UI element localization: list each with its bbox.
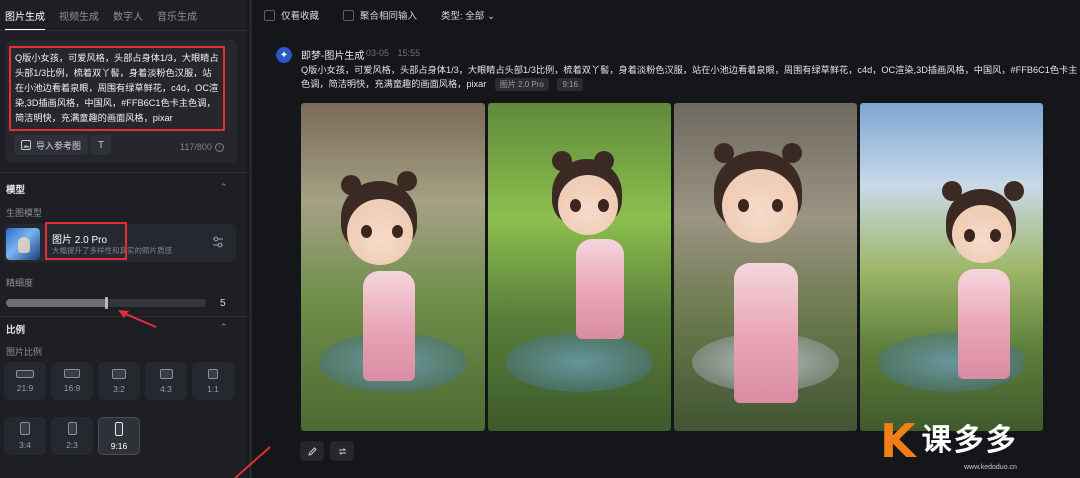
ratio-option[interactable]: 2:3 [51, 417, 93, 455]
ratio-option[interactable]: 9:16 [98, 417, 140, 455]
model-sub-label: 生图模型 [6, 208, 43, 218]
detail-label: 精细度 [6, 278, 34, 288]
ratio-option[interactable]: 1:1 [192, 362, 234, 400]
generated-image-1[interactable] [301, 103, 485, 431]
favorites-label[interactable]: 仅看收藏 [281, 8, 319, 22]
text-format-button[interactable]: T [91, 135, 111, 155]
dreamina-avatar: ✦ [276, 47, 292, 63]
ratio-sub-label: 图片比例 [6, 347, 43, 357]
watermark-k-icon: K [880, 414, 916, 468]
generation-time: 15:55 [397, 48, 421, 58]
aspect-ratio-icon [16, 369, 34, 378]
text-format-icon: T [97, 139, 105, 151]
mode-tabs: 图片生成 视频生成 数字人 音乐生成 [5, 0, 197, 31]
tab-digital-human[interactable]: 数字人 [113, 8, 143, 23]
model-thumbnail [6, 228, 40, 260]
ratio-tag: 9:16 [557, 78, 584, 91]
ratio-option[interactable]: 16:9 [51, 362, 93, 400]
ratio-option[interactable]: 3:2 [98, 362, 140, 400]
chevron-up-icon[interactable]: ⌃ [220, 182, 228, 193]
aspect-ratio-icon [208, 368, 218, 379]
pencil-icon [307, 446, 317, 456]
ratio-label: 4:3 [160, 383, 172, 394]
import-reference-label: 导入参考图 [36, 140, 82, 151]
ratio-label: 2:3 [66, 440, 78, 450]
char-count: 117/800 i [180, 142, 224, 152]
slider-thumb[interactable] [105, 297, 108, 309]
generation-title: 即梦-图片生成 [301, 51, 365, 62]
prompt-input[interactable]: Q版小女孩，可爱风格，头部占身体1/3，大眼睛占头部1/3比例，梳着双丫髻，身着… [9, 46, 225, 131]
chevron-up-icon[interactable]: ⌃ [220, 322, 228, 333]
import-reference-button[interactable]: 导入参考图 [14, 135, 89, 155]
aggregate-label[interactable]: 聚合相同输入 [360, 8, 417, 22]
aspect-ratio-icon [112, 368, 126, 379]
type-filter-dropdown[interactable]: 类型: 全部 ⌄ [441, 8, 495, 22]
generation-prompt-text: Q版小女孩，可爱风格，头部占身体1/3，大眼睛占头部1/3比例，梳着双丫髻，身着… [301, 65, 1078, 89]
model-tag: 图片 2.0 Pro [494, 78, 549, 91]
ratio-option[interactable]: 21:9 [4, 362, 46, 400]
model-section-title: 模型 [6, 185, 26, 196]
generated-image-4[interactable] [860, 103, 1043, 431]
sliders-icon[interactable] [211, 235, 225, 249]
watermark-url: www.kedoduo.cn [964, 464, 1017, 471]
ratio-option[interactable]: 4:3 [145, 362, 187, 400]
ratio-label: 9:16 [110, 440, 128, 451]
tab-video-generation[interactable]: 视频生成 [59, 8, 99, 23]
ratio-label: 16:9 [63, 383, 81, 393]
watermark-brand: 课多多 [921, 424, 1018, 457]
regenerate-button[interactable] [330, 441, 354, 461]
aggregate-checkbox[interactable] [343, 9, 355, 21]
tab-image-generation[interactable]: 图片生成 [5, 8, 45, 31]
model-highlight-box [45, 222, 127, 260]
slider-fill [6, 299, 106, 307]
aspect-ratio-icon [67, 422, 77, 435]
refresh-icon [338, 447, 346, 455]
ratio-option[interactable]: 3:4 [4, 417, 46, 455]
ratio-label: 1:1 [207, 383, 219, 394]
generation-prompt: Q版小女孩，可爱风格，头部占身体1/3，大眼睛占头部1/3比例，梳着双丫髻，身着… [301, 63, 1079, 91]
favorites-checkbox[interactable] [264, 9, 275, 21]
aspect-ratio-icon [115, 421, 123, 436]
detail-value: 5 [220, 298, 226, 309]
ratio-label: 3:4 [19, 440, 31, 450]
aspect-ratio-icon [20, 422, 30, 435]
edit-button[interactable] [300, 441, 324, 461]
info-icon[interactable]: i [214, 142, 224, 152]
chevron-down-icon: ⌄ [486, 11, 495, 22]
image-icon [21, 140, 31, 150]
generated-image-3[interactable] [674, 103, 857, 431]
detail-slider[interactable] [6, 297, 206, 309]
tab-music-generation[interactable]: 音乐生成 [157, 8, 197, 23]
generation-date: 03-05 [366, 48, 390, 58]
char-count-value: 117/800 [180, 142, 212, 152]
generation-timestamp: 03-05 15:55 [366, 48, 420, 58]
type-filter-label: 类型: 全部 [441, 11, 485, 22]
aspect-ratio-icon [64, 369, 80, 378]
aspect-ratio-icon [159, 368, 173, 379]
generated-image-2[interactable] [488, 103, 671, 431]
ratio-label: 21:9 [16, 382, 34, 393]
ratio-label: 3:2 [113, 383, 125, 394]
filter-bar: 仅看收藏 聚合相同输入 类型: 全部 ⌄ [264, 8, 495, 22]
watermark-logo: K 课多多 [880, 418, 1018, 464]
ratio-section-title: 比例 [6, 325, 26, 336]
